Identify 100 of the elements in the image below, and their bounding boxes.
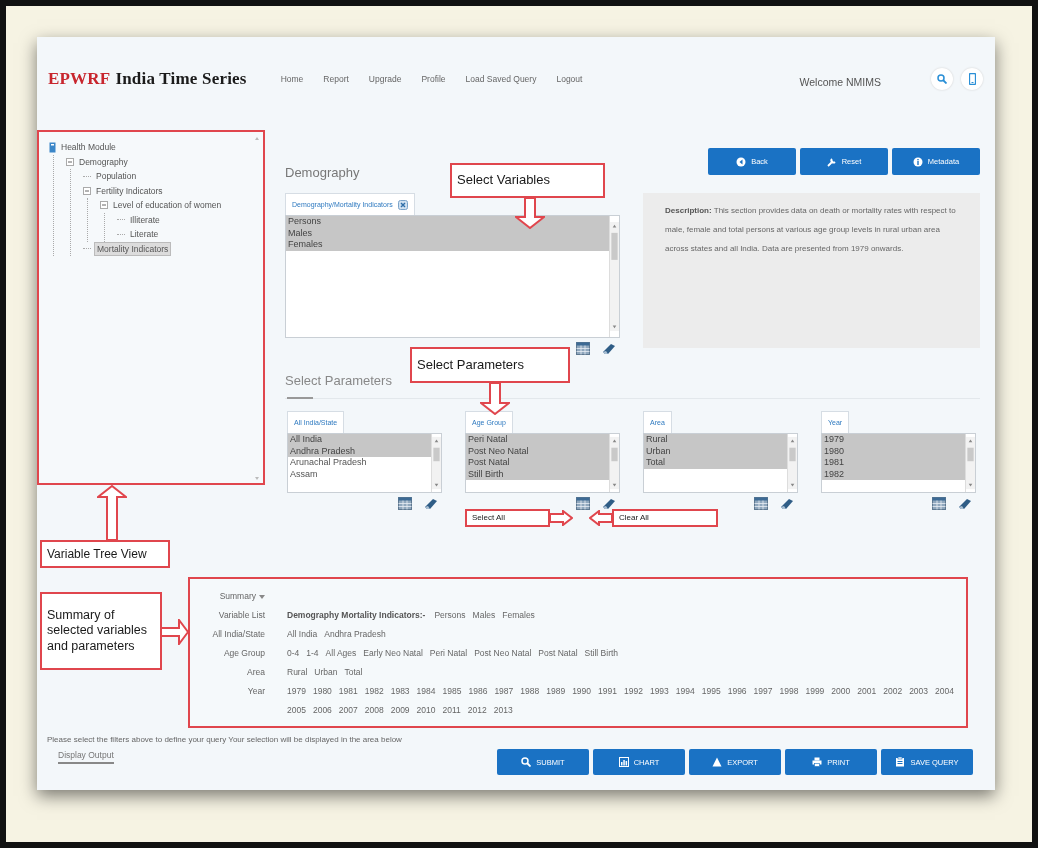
output-tab[interactable]: Display Output [58,748,114,764]
summary-value: Still Birth [584,647,619,660]
summary-value: 1988 [520,685,540,698]
eraser-icon[interactable] [780,497,794,510]
summary-value: Peri Natal [429,647,468,660]
summary-value: Females [502,609,535,622]
list-option[interactable]: All India [288,434,431,446]
summary-value: 2008 [364,704,384,717]
back-icon [736,156,747,167]
summary-value: 1999 [805,685,825,698]
list-option[interactable]: Females [286,239,609,251]
table-icon[interactable] [576,497,590,510]
search-icon [937,73,947,84]
nav-link[interactable]: Upgrade [368,73,402,84]
summary-value: Andhra Pradesh [324,628,386,641]
summary-value: 1989 [546,685,566,698]
nav-link[interactable]: Home [280,73,304,84]
list-option[interactable]: Peri Natal [466,434,609,446]
tree-item[interactable]: Population [94,170,139,183]
list-option[interactable]: 1981 [822,457,965,469]
eraser-icon[interactable] [602,497,616,510]
info-icon [912,156,923,167]
summary-value: 1993 [649,685,669,698]
summary-value: 2011 [442,704,461,717]
table-icon[interactable] [576,342,590,355]
scrollbar[interactable] [609,216,619,337]
summary-value: 2012 [467,704,487,717]
callout-arrow [589,510,613,526]
summary-value: 1991 [598,685,617,698]
tree-item[interactable]: Mortality Indicators [94,241,172,256]
list-option[interactable]: Total [644,457,787,469]
summary-label: All India/State [211,628,265,641]
scrollbar[interactable] [787,434,797,492]
section-title: Select Parameters [285,373,392,388]
scrollbar[interactable] [965,434,975,492]
nav-link[interactable]: Load Saved Query [465,73,537,84]
list-option[interactable]: Assam [288,468,431,480]
summary-label: Age Group [222,647,265,660]
list-option[interactable]: Rural [644,434,787,446]
summary-value: 2013 [493,704,513,717]
table-icon[interactable] [754,497,768,510]
mobile-button[interactable] [961,67,983,90]
module-icon [49,141,56,153]
tree-item[interactable]: Level of education of women [111,199,224,212]
tree-item[interactable]: Fertility Indicators [94,184,165,197]
scrollbar[interactable] [609,434,619,492]
scrollbar[interactable] [431,434,441,492]
tree-item[interactable]: Demography [77,155,130,168]
list-option[interactable]: Post Natal [466,457,609,469]
summary-label: Area [246,666,265,679]
summary-value: 1984 [416,685,436,698]
summary-value: 1992 [624,685,643,698]
summary-value: 0-4 [287,647,300,660]
list-option[interactable]: Arunachal Pradesh [288,457,431,469]
nav-link[interactable]: Report [323,73,349,84]
tree-item[interactable]: Literate [128,228,161,241]
chart-icon [618,757,629,767]
phone-icon [968,72,976,85]
eraser-icon[interactable] [958,497,972,510]
list-option[interactable]: 1979 [822,434,965,446]
wrench-icon [826,156,837,167]
tree-item[interactable]: Health Module [59,141,118,154]
callout-label: Variable Tree View [40,540,170,568]
summary-value: 2005 [287,704,306,717]
welcome-text: Welcome NMIMS [799,75,881,88]
summary-value: 2009 [390,704,410,717]
caret-icon[interactable] [259,594,265,599]
list-option[interactable]: Persons [286,216,609,228]
summary-value: 1979 [287,685,306,698]
table-icon[interactable] [932,497,946,510]
tree-item[interactable]: Illiterate [128,213,162,226]
summary-group: Demography Mortality Indicators:- [287,606,426,625]
summary-toggle[interactable]: Summary [219,587,256,606]
summary-value: Persons [434,609,466,622]
callout-arrow [480,382,510,415]
summary-value: 1997 [753,685,773,698]
summary-value: 1998 [779,685,799,698]
summary-value: 2010 [416,704,436,717]
clipboard-icon [895,757,906,767]
summary-value: Urban [314,666,338,679]
table-icon[interactable] [398,497,412,510]
summary-value: All Ages [325,647,357,660]
collapse-icon[interactable] [83,186,91,195]
triangle-icon [712,757,723,767]
summary-value: 1980 [312,685,332,698]
summary-value: All India [287,628,318,641]
summary-value: Rural [287,666,308,679]
search-button[interactable] [931,67,953,90]
summary-value: 2000 [831,685,851,698]
summary-value: 2004 [935,685,954,698]
nav-link[interactable]: Profile [421,73,446,84]
eraser-icon[interactable] [602,342,616,355]
callout-label: Select Variables [450,163,605,198]
collapse-icon[interactable] [66,157,74,166]
summary-value: 1985 [442,685,462,698]
collapse-icon[interactable] [100,201,108,210]
eraser-icon[interactable] [424,497,438,510]
nav-link[interactable]: Logout [556,73,583,84]
summary-label: Variable List [217,609,265,622]
close-icon[interactable] [397,199,408,210]
